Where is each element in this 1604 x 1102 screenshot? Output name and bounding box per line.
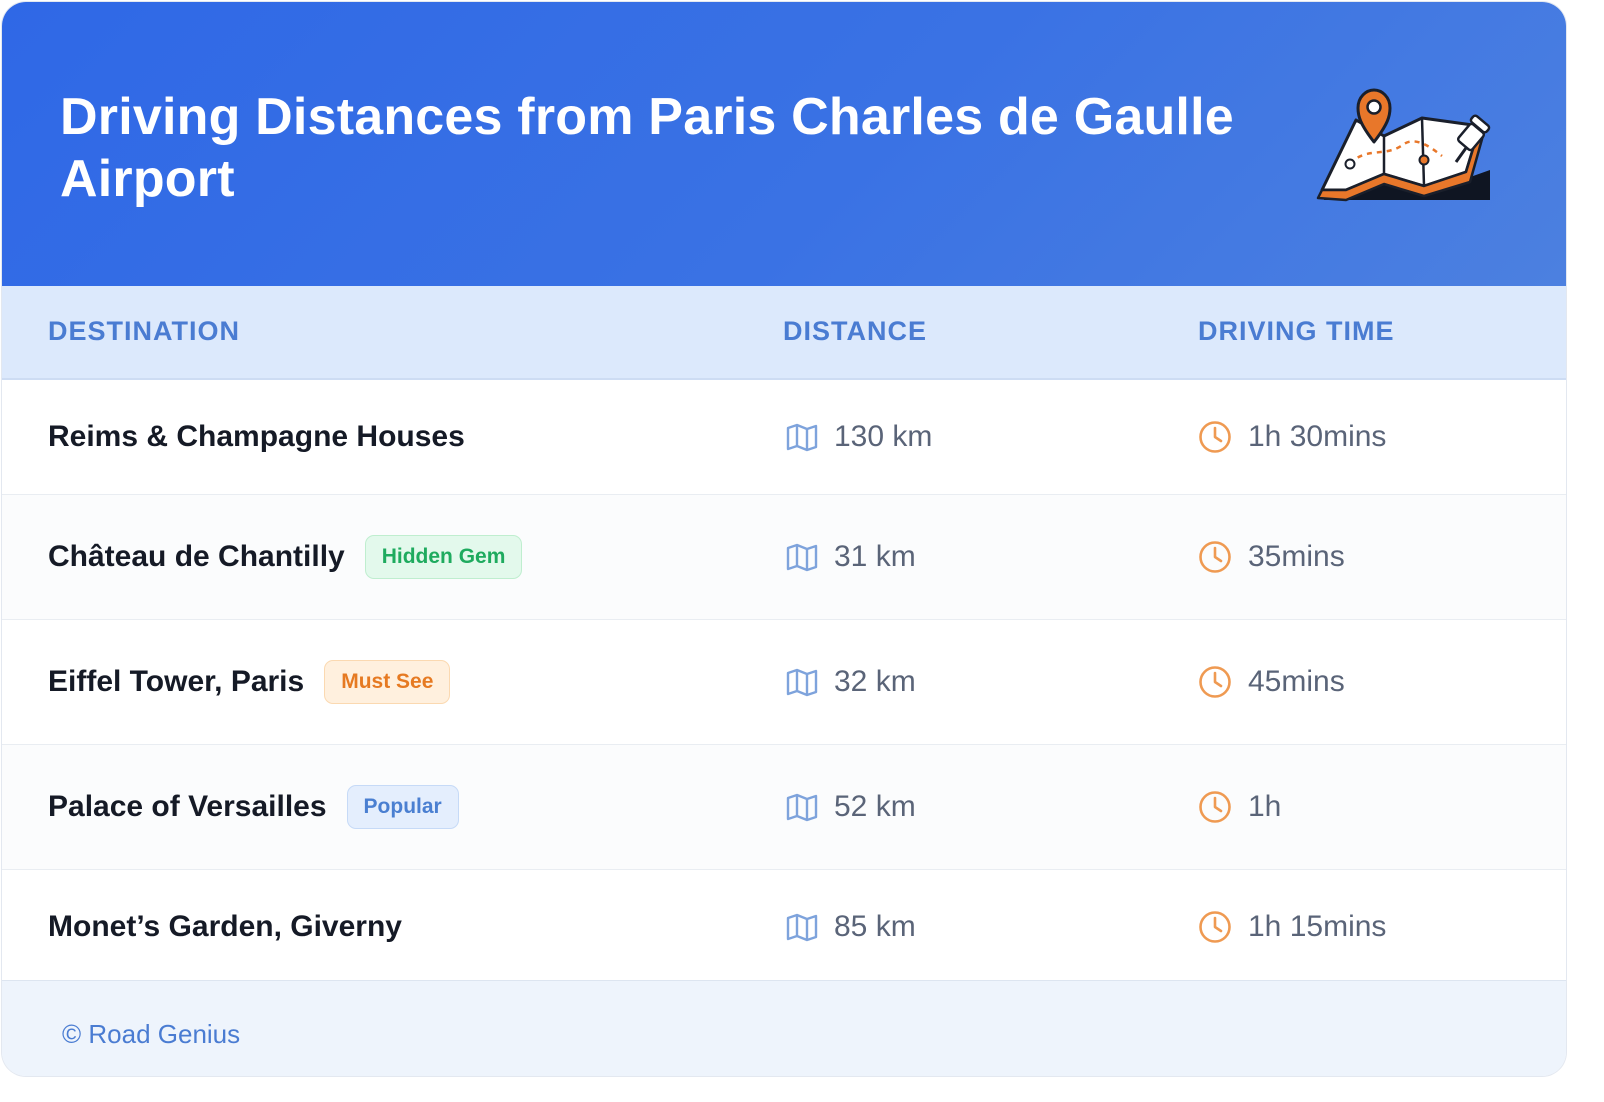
distance-cell: 31 km [786,495,916,619]
map-icon [786,542,818,572]
badge-hidden-gem: Hidden Gem [364,535,523,579]
header-banner: Driving Distances from Paris Charles de … [2,2,1566,286]
time-cell: 1h [1198,745,1281,869]
distance-value: 32 km [834,665,916,698]
clock-icon [1198,910,1232,944]
distance-card: Driving Distances from Paris Charles de … [2,2,1566,1076]
table-header: DESTINATION DISTANCE DRIVING TIME [2,286,1566,380]
time-cell: 35mins [1198,495,1345,619]
destination-cell: Château de Chantilly Hidden Gem [48,495,523,619]
footer: © Road Genius [2,980,1566,1076]
distance-cell: 52 km [786,745,916,869]
destination-name: Château de Chantilly [48,540,345,573]
destination-cell: Eiffel Tower, Paris Must See [48,620,451,744]
page-title: Driving Distances from Paris Charles de … [60,88,1234,208]
map-icon [786,667,818,697]
footer-credit: © Road Genius [62,1019,241,1049]
distance-cell: 32 km [786,620,916,744]
column-header-driving-time: DRIVING TIME [1198,316,1395,346]
destination-cell: Monet’s Garden, Giverny [48,870,402,983]
table-row: Palace of Versailles Popular 52 km 1h [2,745,1566,870]
distance-value: 52 km [834,790,916,823]
destination-cell: Reims & Champagne Houses [48,380,465,494]
distance-cell: 85 km [786,870,916,983]
clock-icon [1198,540,1232,574]
clock-icon [1198,665,1232,699]
time-value: 35mins [1248,540,1345,573]
column-header-distance: DISTANCE [783,316,928,346]
distance-value: 31 km [834,540,916,573]
map-icon [786,792,818,822]
table-row: Reims & Champagne Houses 130 km 1h 30min… [2,380,1566,495]
badge-popular: Popular [346,785,459,829]
destination-cell: Palace of Versailles Popular [48,745,459,869]
time-value: 1h 30mins [1248,420,1387,453]
map-icon [786,422,818,452]
distance-value: 130 km [834,420,933,453]
destination-name: Monet’s Garden, Giverny [48,909,402,943]
table-row: Eiffel Tower, Paris Must See 32 km 45min… [2,620,1566,745]
time-cell: 45mins [1198,620,1345,744]
map-icon [786,912,818,942]
clock-icon [1198,790,1232,824]
table-body: Reims & Champagne Houses 130 km 1h 30min… [2,380,1566,983]
distance-value: 85 km [834,909,916,943]
destination-name: Eiffel Tower, Paris [48,665,305,698]
time-cell: 1h 30mins [1198,380,1386,494]
badge-must-see: Must See [324,660,451,704]
time-cell: 1h 15mins [1198,870,1386,983]
clock-icon [1198,420,1232,454]
time-value: 1h 15mins [1248,909,1387,943]
destination-name: Reims & Champagne Houses [48,420,465,453]
distance-cell: 130 km [786,380,932,494]
column-header-destination: DESTINATION [48,316,240,346]
map-with-pin-icon [1316,88,1491,202]
time-value: 1h [1248,790,1282,823]
destination-name: Palace of Versailles [48,790,327,823]
table-row: Château de Chantilly Hidden Gem 31 km 35… [2,495,1566,620]
time-value: 45mins [1248,665,1345,698]
table-row: Monet’s Garden, Giverny 85 km 1h 15mins [2,870,1566,983]
